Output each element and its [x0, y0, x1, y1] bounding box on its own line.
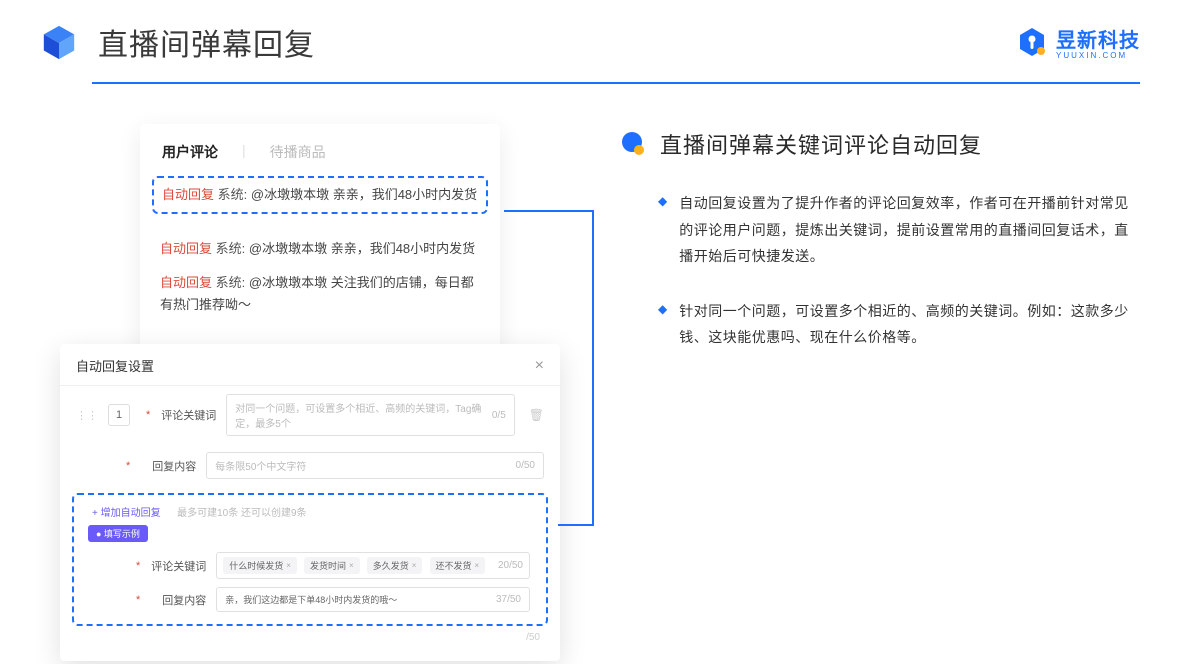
required-icon: *: [136, 594, 140, 606]
ex-keyword-label: 评论关键词: [150, 558, 206, 574]
comments-panel: 用户评论 | 待播商品 自动回复 系统: @冰墩墩本墩 亲亲，我们48小时内发货…: [140, 124, 500, 352]
cube-icon: [40, 23, 78, 61]
example-keyword-row: * 评论关键词 什么时候发货× 发货时间× 多久发货× 还不发货× 20/50: [80, 548, 540, 583]
system-label: 系统:: [216, 241, 246, 256]
keyword-input[interactable]: 对同一个问题，可设置多个相近、高频的关键词，Tag确定，最多5个 0/5: [226, 394, 514, 436]
add-hint: 最多可建10条 还可以创建9条: [177, 508, 306, 519]
right-description: 直播间弹幕关键词评论自动回复 ◆ 自动回复设置为了提升作者的评论回复效率，作者可…: [620, 124, 1140, 604]
bullet-item: ◆ 针对同一个问题，可设置多个相近的、高频的关键词。例如：这款多少钱、这块能优惠…: [620, 298, 1140, 351]
auto-reply-badge: 自动回复: [160, 275, 212, 290]
content-placeholder: 每条限50个中文字符: [215, 458, 306, 473]
brand-icon: [1016, 26, 1048, 58]
diamond-icon: ◆: [658, 194, 667, 270]
tag-remove-icon[interactable]: ×: [286, 561, 291, 570]
example-box: + 增加自动回复 最多可建10条 还可以创建9条 ● 填写示例 * 评论关键词 …: [72, 493, 548, 626]
tab-divider: |: [242, 142, 246, 162]
tab-user-comments[interactable]: 用户评论: [162, 142, 218, 162]
tag-chip[interactable]: 发货时间×: [304, 557, 360, 574]
settings-title: 自动回复设置: [76, 356, 154, 375]
tab-pending-products[interactable]: 待播商品: [270, 142, 326, 162]
tag-chip[interactable]: 还不发货×: [430, 557, 486, 574]
highlighted-comment: 自动回复 系统: @冰墩墩本墩 亲亲，我们48小时内发货: [152, 176, 488, 214]
comment-row: 自动回复 系统: @冰墩墩本墩 亲亲，我们48小时内发货: [162, 184, 478, 206]
content-input[interactable]: 每条限50个中文字符 0/50: [206, 452, 544, 479]
bubble-icon: [620, 131, 646, 157]
connector-line: [504, 210, 594, 212]
tag-list: 什么时候发货× 发货时间× 多久发货× 还不发货×: [223, 557, 489, 574]
example-content-row: * 回复内容 亲，我们这边都是下单48小时内发货的哦～ 37/50: [80, 583, 540, 616]
tag-chip[interactable]: 什么时候发货×: [223, 557, 297, 574]
keyword-placeholder: 对同一个问题，可设置多个相近、高频的关键词，Tag确定，最多5个: [235, 400, 492, 430]
index-box: 1: [108, 404, 130, 426]
content-row: * 回复内容 每条限50个中文字符 0/50: [60, 444, 560, 487]
close-icon[interactable]: ×: [535, 357, 544, 375]
page-title: 直播间弹幕回复: [98, 20, 315, 64]
content-label: 回复内容: [140, 458, 196, 474]
bullet-text: 针对同一个问题，可设置多个相近的、高频的关键词。例如：这款多少钱、这块能优惠吗、…: [679, 298, 1140, 351]
drag-icon[interactable]: ⋮⋮: [76, 409, 98, 422]
content-counter: 0/50: [516, 460, 535, 471]
header-left: 直播间弹幕回复: [40, 20, 315, 64]
brand-name: 昱新科技: [1056, 24, 1140, 53]
bullet-item: ◆ 自动回复设置为了提升作者的评论回复效率，作者可在开播前针对常见的评论用户问题…: [620, 190, 1140, 270]
keyword-counter: 0/5: [492, 410, 506, 421]
main-content: 用户评论 | 待播商品 自动回复 系统: @冰墩墩本墩 亲亲，我们48小时内发货…: [0, 84, 1180, 604]
connector-line: [558, 524, 594, 526]
comment-row: 自动回复 系统: @冰墩墩本墩 关注我们的店铺，每日都有热门推荐呦～: [140, 266, 500, 322]
required-icon: *: [126, 460, 130, 472]
add-row: + 增加自动回复 最多可建10条 还可以创建9条: [80, 503, 540, 521]
comment-text: @冰墩墩本墩 亲亲，我们48小时内发货: [251, 187, 477, 202]
auto-reply-badge: 自动回复: [162, 187, 214, 202]
settings-header: 自动回复设置 ×: [60, 356, 560, 386]
required-icon: *: [146, 409, 150, 421]
keyword-label: 评论关键词: [160, 407, 216, 423]
ex-content-counter: 37/50: [496, 594, 521, 605]
bullet-text: 自动回复设置为了提升作者的评论回复效率，作者可在开播前针对常见的评论用户问题，提…: [679, 190, 1140, 270]
left-mockups: 用户评论 | 待播商品 自动回复 系统: @冰墩墩本墩 亲亲，我们48小时内发货…: [60, 124, 580, 604]
tag-chip[interactable]: 多久发货×: [367, 557, 423, 574]
ex-content-label: 回复内容: [150, 592, 206, 608]
connector-line: [592, 210, 594, 526]
brand-text-block: 昱新科技 YUUXIN.COM: [1056, 24, 1140, 60]
diamond-icon: ◆: [658, 302, 667, 351]
comment-text: @冰墩墩本墩 亲亲，我们48小时内发货: [249, 241, 475, 256]
extra-counter: /50: [60, 632, 560, 643]
ex-keyword-input[interactable]: 什么时候发货× 发货时间× 多久发货× 还不发货× 20/50: [216, 552, 530, 579]
system-label: 系统:: [218, 187, 248, 202]
ex-content-value: 亲，我们这边都是下单48小时内发货的哦～: [225, 593, 397, 606]
brand-url: YUUXIN.COM: [1056, 51, 1127, 60]
tag-remove-icon[interactable]: ×: [349, 561, 354, 570]
comments-tabs: 用户评论 | 待播商品: [140, 142, 500, 176]
ex-content-input[interactable]: 亲，我们这边都是下单48小时内发货的哦～ 37/50: [216, 587, 530, 612]
example-badge: ● 填写示例: [88, 525, 148, 542]
ex-kw-counter: 20/50: [498, 560, 523, 571]
section-title: 直播间弹幕关键词评论自动回复: [660, 128, 982, 160]
required-icon: *: [136, 560, 140, 572]
auto-reply-badge: 自动回复: [160, 241, 212, 256]
keyword-row: ⋮⋮ 1 * 评论关键词 对同一个问题，可设置多个相近、高频的关键词，Tag确定…: [60, 386, 560, 444]
comment-row: 自动回复 系统: @冰墩墩本墩 亲亲，我们48小时内发货: [140, 232, 500, 266]
tag-remove-icon[interactable]: ×: [412, 561, 417, 570]
delete-icon[interactable]: 🗑: [529, 408, 544, 422]
system-label: 系统:: [216, 275, 246, 290]
page-header: 直播间弹幕回复 昱新科技 YUUXIN.COM: [0, 0, 1180, 64]
add-auto-reply-link[interactable]: + 增加自动回复: [84, 506, 169, 521]
tag-remove-icon[interactable]: ×: [475, 561, 480, 570]
section-head: 直播间弹幕关键词评论自动回复: [620, 128, 1140, 160]
brand-logo: 昱新科技 YUUXIN.COM: [1016, 24, 1140, 60]
settings-panel: 自动回复设置 × ⋮⋮ 1 * 评论关键词 对同一个问题，可设置多个相近、高频的…: [60, 344, 560, 661]
